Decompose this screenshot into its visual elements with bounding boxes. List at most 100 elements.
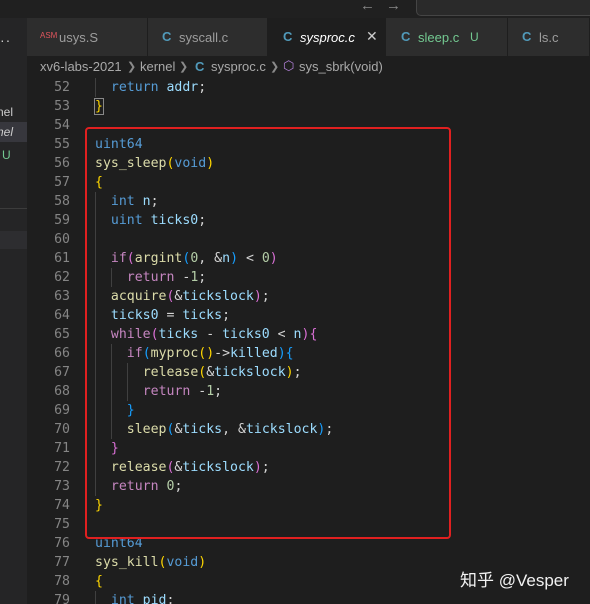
code-token: } <box>95 498 103 513</box>
indent-guide <box>95 249 96 268</box>
code-line[interactable]: 61 if(argint(0, &n) < 0) <box>27 249 590 268</box>
code-line[interactable]: 58 int n; <box>27 192 590 211</box>
tab-usys-s[interactable]: ASM usys.S <box>27 18 148 56</box>
indent-guide <box>95 230 96 249</box>
code-line[interactable]: 68 return -1; <box>27 382 590 401</box>
explorer-item-kernel-selected[interactable]: nel <box>0 122 27 142</box>
code-line[interactable]: 60 <box>27 230 590 249</box>
code-token: ; <box>198 213 207 228</box>
indent-guide <box>95 382 96 401</box>
code-token: ; <box>198 80 207 95</box>
sidebar-section-header[interactable] <box>0 231 27 249</box>
code-line[interactable]: 75 <box>27 515 590 534</box>
code-token: ) <box>253 460 262 475</box>
code-token: tickslock <box>182 460 254 475</box>
code-line[interactable]: 73 return 0; <box>27 477 590 496</box>
tab-sleep-c[interactable]: C sleep.c U <box>386 18 508 56</box>
watermark: 知乎 @Vesper <box>460 571 569 590</box>
code-token: - <box>198 327 223 342</box>
code-token: return <box>110 80 159 95</box>
tab-syscall-c[interactable]: C syscall.c <box>148 18 268 56</box>
code-text: { <box>95 173 103 192</box>
more-actions-icon[interactable]: ·· <box>0 32 11 48</box>
code-token: n <box>293 327 302 342</box>
indent-guide <box>95 268 96 287</box>
code-token: ; <box>198 270 207 285</box>
code-text: { <box>95 572 103 591</box>
line-number: 68 <box>54 384 70 399</box>
tab-ls-c[interactable]: C ls.c <box>508 18 590 56</box>
code-editor[interactable]: 52 return addr; 53} 54 55 uint64 56 sys_sleep(v… <box>27 78 590 604</box>
code-line[interactable]: 69} <box>27 401 590 420</box>
code-line[interactable]: 76 uint64 <box>27 534 590 553</box>
indent-guide <box>95 401 96 420</box>
close-icon[interactable]: ✕ <box>366 28 378 45</box>
code-line[interactable]: 56 sys_sleep(void) <box>27 154 590 173</box>
line-number: 61 <box>54 251 70 266</box>
line-number: 57 <box>54 175 70 190</box>
line-number: 69 <box>54 403 70 418</box>
indent-guide <box>95 211 96 230</box>
forward-arrow-icon[interactable]: → <box>386 0 401 14</box>
breadcrumb-root[interactable]: xv6-labs-2021 <box>40 59 122 74</box>
code-text: } <box>127 401 135 420</box>
code-token: uint64 <box>95 137 143 152</box>
code-token: ; <box>214 384 223 399</box>
c-file-icon: C <box>195 59 205 74</box>
code-token: } <box>126 403 135 418</box>
code-line[interactable]: 67 release(&tickslock); <box>27 363 590 382</box>
code-line[interactable]: 74} <box>27 496 590 515</box>
code-token: return <box>142 384 191 399</box>
code-line[interactable]: 57 { <box>27 173 590 192</box>
c-file-icon: C <box>283 29 293 44</box>
code-token: , & <box>198 251 223 266</box>
code-line[interactable]: 64 ticks0 = ticks; <box>27 306 590 325</box>
code-token: - <box>190 384 207 399</box>
code-token: void <box>166 555 199 570</box>
code-line[interactable]: 70 sleep(&ticks, &tickslock); <box>27 420 590 439</box>
back-arrow-icon[interactable]: ← <box>360 0 375 14</box>
code-text: } <box>111 439 119 458</box>
code-text: release(&tickslock); <box>111 458 270 477</box>
code-token: ; <box>166 593 175 604</box>
code-line[interactable]: 72 release(&tickslock); <box>27 458 590 477</box>
explorer-item-label: nel <box>0 125 13 139</box>
tab-sysproc-c[interactable]: C sysproc.c ✕ <box>268 18 386 56</box>
code-token: argint <box>134 251 183 266</box>
command-center-search[interactable] <box>416 0 590 16</box>
code-text: sys_kill(void) <box>95 553 206 572</box>
code-line[interactable]: 55 uint64 <box>27 135 590 154</box>
code-token: ticks <box>182 422 223 437</box>
line-number: 75 <box>54 517 70 532</box>
code-token: () <box>198 346 215 361</box>
c-file-icon: C <box>522 29 532 44</box>
explorer-item-kernel-folder[interactable]: nel <box>0 102 27 122</box>
tab-label: sysproc.c <box>300 30 355 45</box>
code-text: sys_sleep(void) <box>95 154 214 173</box>
code-token: ) <box>277 346 286 361</box>
code-line[interactable]: 79 int pid; <box>27 591 590 604</box>
code-line[interactable]: 59 uint ticks0; <box>27 211 590 230</box>
code-line[interactable]: 54 <box>27 116 590 135</box>
code-text: return -1; <box>127 268 206 287</box>
code-line[interactable]: 63 acquire(&tickslock); <box>27 287 590 306</box>
indent-guide <box>110 363 112 382</box>
code-line[interactable]: 52 return addr; <box>27 78 590 97</box>
line-number: 52 <box>54 80 70 95</box>
code-text: if(myproc()->killed){ <box>127 344 294 363</box>
breadcrumb-symbol[interactable]: sys_sbrk(void) <box>299 59 383 74</box>
line-number: 58 <box>54 194 70 209</box>
code-text: return 0; <box>111 477 183 496</box>
code-token: ; <box>325 422 334 437</box>
indent-guide <box>110 344 112 363</box>
breadcrumb-folder[interactable]: kernel <box>140 59 175 74</box>
code-line[interactable]: 66 if(myproc()->killed){ <box>27 344 590 363</box>
code-line[interactable]: 62 return -1; <box>27 268 590 287</box>
line-number: 72 <box>54 460 70 475</box>
code-line[interactable]: 65 while(ticks - ticks0 < n){ <box>27 325 590 344</box>
code-line[interactable]: 71} <box>27 439 590 458</box>
code-line[interactable]: 53} <box>27 97 590 116</box>
code-token: ; <box>174 479 183 494</box>
breadcrumb-file[interactable]: sysproc.c <box>211 59 266 74</box>
